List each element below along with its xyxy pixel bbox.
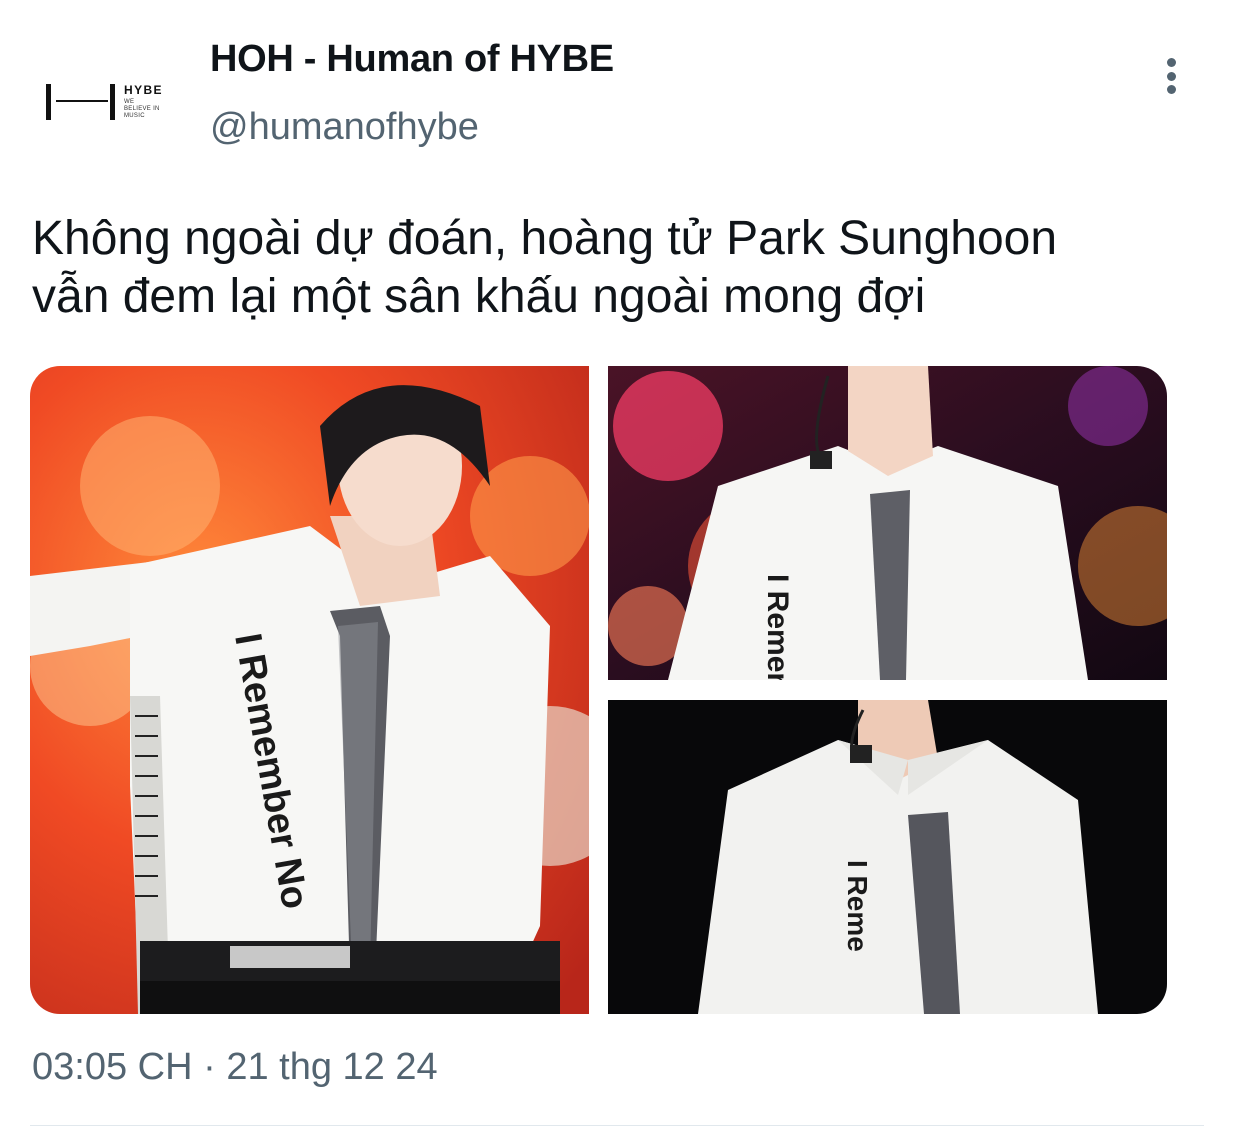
photo-3-image: I Reme: [608, 700, 1167, 1014]
photo-2[interactable]: I Remen: [608, 366, 1167, 680]
avatar[interactable]: HYBE WE BELIEVE IN MUSIC: [36, 60, 186, 150]
hybe-logo-icon: [46, 84, 120, 120]
tweet-text: Không ngoài dự đoán, hoàng tử Park Sungh…: [32, 210, 1202, 326]
tweet-text-line-1: Không ngoài dự đoán, hoàng tử Park Sungh…: [32, 212, 1058, 265]
more-options-button[interactable]: [1150, 52, 1192, 100]
avatar-tagline-3: MUSIC: [124, 113, 145, 119]
display-name[interactable]: HOH - Human of HYBE: [210, 38, 614, 81]
avatar-tagline-2: BELIEVE IN: [124, 106, 160, 112]
tweet-date[interactable]: 21 thg 12 24: [226, 1046, 437, 1088]
tweet-time[interactable]: 03:05 CH: [32, 1046, 193, 1088]
divider: [30, 1125, 1204, 1126]
tweet-timestamp: 03:05 CH · 21 thg 12 24: [32, 1046, 438, 1089]
more-vertical-icon: [1166, 58, 1176, 67]
more-vertical-icon-dot: [1166, 71, 1176, 81]
photo-3-shirt-text: I Reme: [842, 860, 873, 952]
user-handle[interactable]: @humanofhybe: [210, 106, 479, 149]
more-vertical-icon-dot: [1166, 85, 1176, 94]
photo-1-image: I Remember No: [30, 366, 589, 1014]
photo-2-image: I Remen: [608, 366, 1167, 680]
photo-3[interactable]: I Reme: [608, 700, 1167, 1014]
photo-1[interactable]: I Remember No: [30, 366, 589, 1014]
media-grid: I Remember No I Remen I Reme: [30, 366, 1167, 1014]
photo-2-shirt-text: I Remen: [761, 574, 794, 680]
avatar-tagline-1: WE: [124, 99, 135, 105]
avatar-wordmark: HYBE WE BELIEVE IN MUSIC: [124, 84, 184, 120]
tweet-text-line-2: vẫn đem lại một sân khấu ngoài mong đợi: [32, 270, 926, 323]
timestamp-separator: ·: [203, 1046, 216, 1088]
avatar-brand: HYBE: [124, 83, 163, 97]
